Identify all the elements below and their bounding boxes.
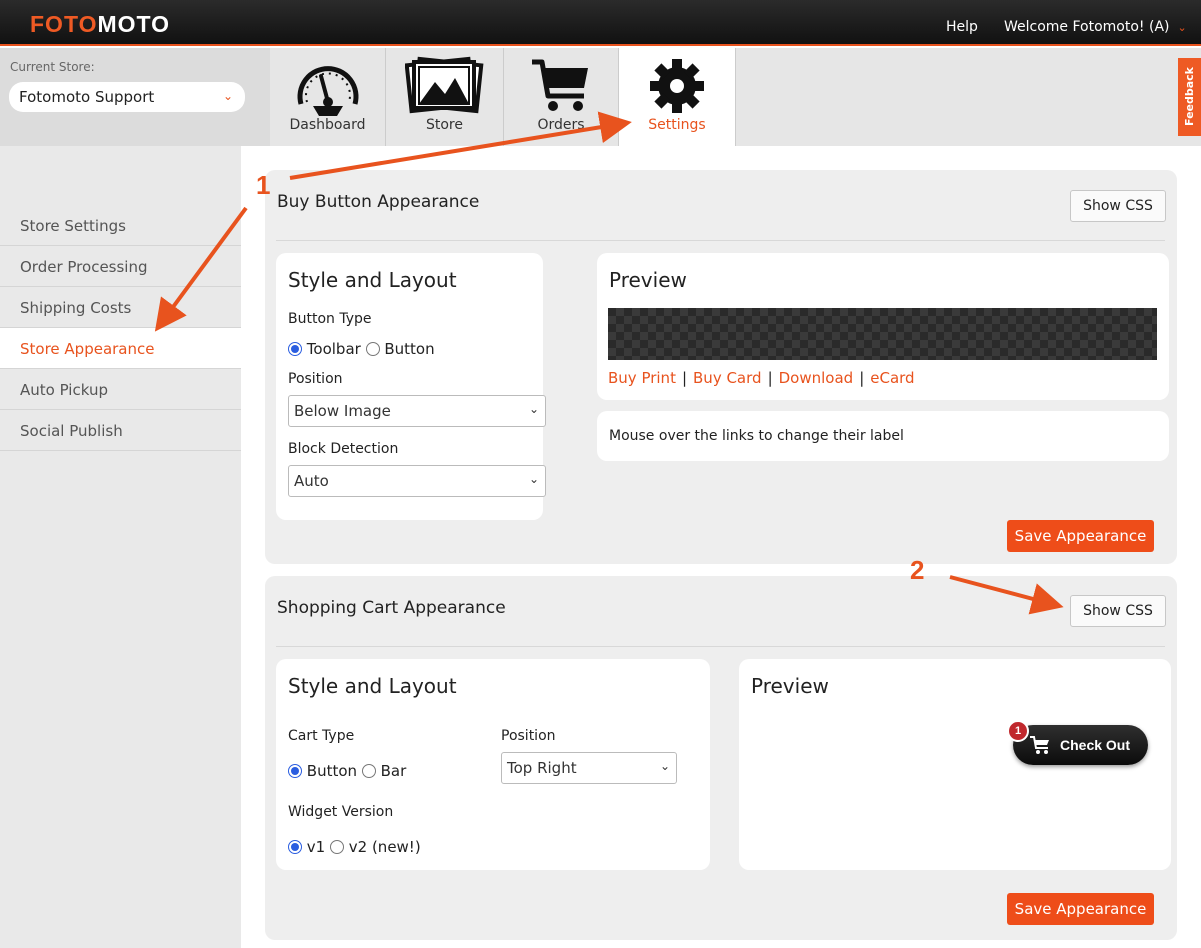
user-menu[interactable]: Welcome Fotomoto! (A) ⌄ <box>1004 19 1187 35</box>
cart-icon <box>1030 736 1049 754</box>
widget-version-radio-group: v1 v2 (new!) <box>288 838 421 856</box>
checkout-label: Check Out <box>1060 737 1131 753</box>
cart-style-card: Style and Layout Cart Type Button Bar Po… <box>276 659 710 870</box>
sidebar-item-auto-pickup[interactable]: Auto Pickup <box>0 369 241 410</box>
buy-button-style-title: Style and Layout <box>288 268 457 292</box>
cart-save-appearance-button[interactable]: Save Appearance <box>1007 893 1154 925</box>
radio-widget-v1-label: v1 <box>306 838 326 856</box>
link-ecard[interactable]: eCard <box>870 369 914 387</box>
cart-type-radio-group: Button Bar <box>288 762 406 780</box>
help-link[interactable]: Help <box>946 19 978 35</box>
radio-cart-bar-label: Bar <box>380 762 407 780</box>
radio-button-label: Button <box>384 340 435 358</box>
sidebar-item-order-processing[interactable]: Order Processing <box>0 246 241 287</box>
radio-toolbar[interactable] <box>288 342 302 356</box>
cart-show-css-button[interactable]: Show CSS <box>1070 595 1166 627</box>
block-detection-select[interactable]: Auto ⌄ <box>288 465 546 497</box>
cart-position-select[interactable]: Top Right ⌄ <box>501 752 677 784</box>
welcome-text: Welcome Fotomoto! (A) <box>1004 19 1170 35</box>
cart-position-label: Position <box>501 728 556 744</box>
checkout-widget-preview[interactable]: Check Out <box>1013 725 1148 765</box>
tab-orders-label: Orders <box>537 117 585 133</box>
button-type-label: Button Type <box>288 311 372 327</box>
buy-button-show-css-button[interactable]: Show CSS <box>1070 190 1166 222</box>
buy-button-appearance-panel: Buy Button Appearance Show CSS Style and… <box>265 170 1177 564</box>
annotation-step-1: 1 <box>256 170 271 200</box>
tab-settings-label: Settings <box>648 117 706 133</box>
chevron-down-icon: ⌄ <box>222 89 233 103</box>
shopping-cart-appearance-title: Shopping Cart Appearance <box>277 598 506 618</box>
radio-cart-bar[interactable] <box>361 764 376 778</box>
link-separator: | <box>859 369 865 387</box>
logo-part-foto: FOTO <box>30 11 98 37</box>
sidebar-item-store-settings[interactable]: Store Settings <box>0 205 241 246</box>
position-select[interactable]: Below Image ⌄ <box>288 395 546 427</box>
buy-button-preview-card: Preview Buy Print | Buy Card | Download | eCar… <box>597 253 1169 400</box>
radio-toolbar-label: Toolbar <box>306 340 361 358</box>
dashboard-gauge-icon <box>297 66 358 116</box>
logo-part-moto: MOTO <box>97 11 171 37</box>
position-select-value: Below Image <box>294 402 391 420</box>
annotation-step-2: 2 <box>910 555 925 585</box>
buy-button-preview-title: Preview <box>609 268 687 292</box>
cart-style-title: Style and Layout <box>288 674 457 698</box>
chevron-down-icon: ⌄ <box>528 472 539 486</box>
block-detection-select-value: Auto <box>294 472 329 490</box>
cart-count-badge: 1 <box>1007 720 1029 742</box>
sidebar-item-shipping-costs[interactable]: Shipping Costs <box>0 287 241 328</box>
radio-cart-button[interactable] <box>288 764 302 778</box>
link-buy-card[interactable]: Buy Card <box>693 369 762 387</box>
buy-button-style-card: Style and Layout Button Type Toolbar But… <box>276 253 546 520</box>
fotomoto-logo[interactable]: FOTOMOTO <box>30 11 170 38</box>
orders-cart-icon <box>532 59 588 111</box>
cart-type-label: Cart Type <box>288 728 355 744</box>
cart-position-select-value: Top Right <box>507 759 577 777</box>
tab-store-label: Store <box>425 117 463 133</box>
store-select-value: Fotomoto Support <box>19 88 155 106</box>
chevron-down-icon: ⌄ <box>1177 21 1187 34</box>
chevron-down-icon: ⌄ <box>528 402 539 416</box>
link-buy-print[interactable]: Buy Print <box>608 369 676 387</box>
store-photos-icon <box>404 56 483 114</box>
settings-sidebar: Store Settings Order Processing Shipping… <box>0 146 241 948</box>
current-store-label: Current Store: <box>10 60 95 74</box>
link-separator: | <box>767 369 773 387</box>
current-store-panel: Current Store: Fotomoto Support ⌄ <box>0 48 270 146</box>
feedback-tab[interactable]: Feedback <box>1178 58 1201 136</box>
tab-dashboard-label: Dashboard <box>289 117 366 133</box>
radio-widget-v2[interactable] <box>329 840 344 854</box>
chevron-down-icon: ⌄ <box>659 759 670 773</box>
radio-widget-v2-label: v2 (new!) <box>348 838 421 856</box>
block-detection-label: Block Detection <box>288 441 399 457</box>
buy-button-save-appearance-button[interactable]: Save Appearance <box>1007 520 1154 552</box>
radio-widget-v1[interactable] <box>288 840 302 854</box>
divider <box>276 240 1165 241</box>
store-select[interactable]: Fotomoto Support ⌄ <box>9 82 245 112</box>
sidebar-item-store-appearance[interactable]: Store Appearance <box>0 328 241 369</box>
store-panel-arrow <box>245 48 270 146</box>
sidebar-item-social-publish[interactable]: Social Publish <box>0 410 241 451</box>
tab-settings[interactable]: Settings <box>619 48 736 146</box>
radio-cart-button-label: Button <box>306 762 358 780</box>
tab-dashboard[interactable]: Dashboard <box>270 48 386 146</box>
hint-card: Mouse over the links to change their lab… <box>597 411 1169 461</box>
tab-store[interactable]: Store <box>386 48 504 146</box>
tab-orders[interactable]: Orders <box>504 48 619 146</box>
cart-preview-title: Preview <box>751 674 829 698</box>
preview-links: Buy Print | Buy Card | Download | eCard <box>608 369 915 387</box>
top-navigation-bar: FOTOMOTO Help Welcome Fotomoto! (A) ⌄ <box>0 0 1201 46</box>
position-label: Position <box>288 371 343 387</box>
main-tabs: Dashboard Store Orders Settings <box>270 48 1201 146</box>
widget-version-label: Widget Version <box>288 804 394 820</box>
buy-button-appearance-title: Buy Button Appearance <box>277 192 480 212</box>
radio-button[interactable] <box>365 342 380 356</box>
preview-image-placeholder <box>608 308 1157 360</box>
divider <box>276 646 1165 647</box>
hint-text: Mouse over the links to change their lab… <box>609 428 904 444</box>
link-separator: | <box>681 369 688 387</box>
settings-gear-icon <box>650 59 704 113</box>
button-type-radio-group: Toolbar Button <box>288 340 435 358</box>
link-download[interactable]: Download <box>779 369 854 387</box>
